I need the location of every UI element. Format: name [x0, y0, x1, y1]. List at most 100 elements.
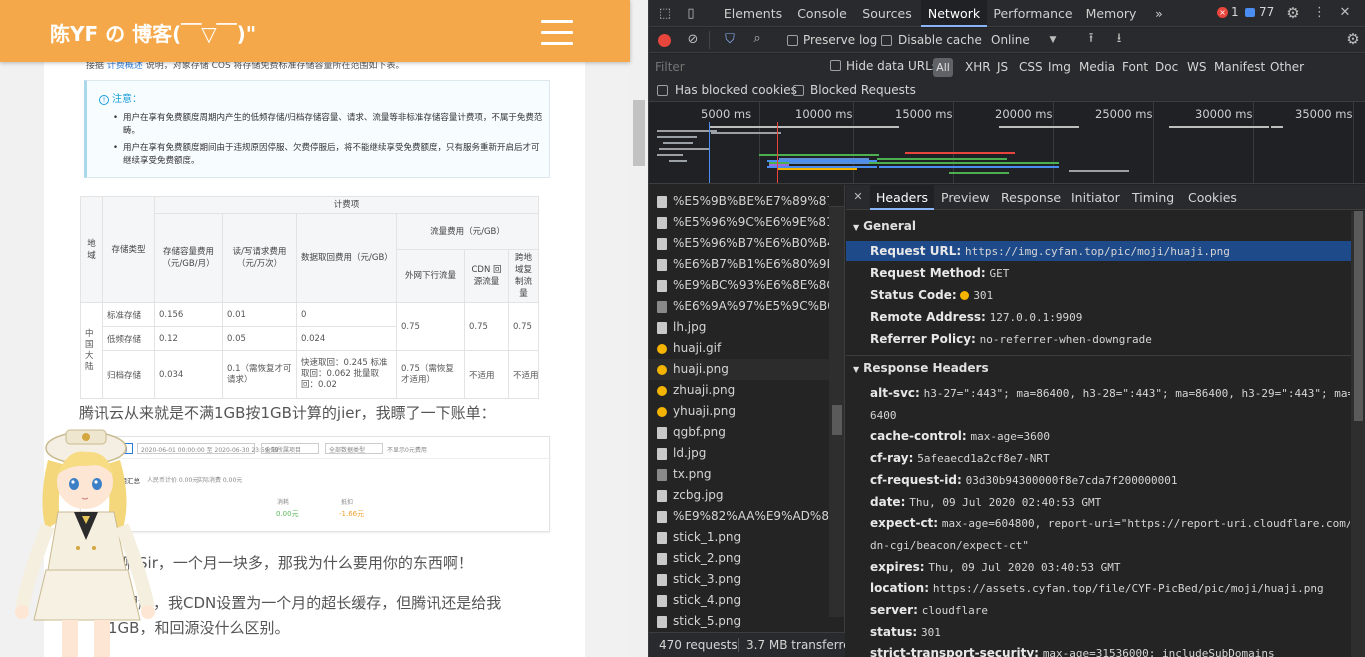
tab-network[interactable]: Network — [921, 0, 987, 27]
request-row[interactable]: ld.jpg — [649, 443, 829, 464]
close-devtools-icon[interactable]: ✕ — [1337, 5, 1353, 21]
clear-icon[interactable]: ⊘ — [685, 32, 701, 48]
response-header-row[interactable]: 6400 — [870, 404, 1350, 427]
record-icon[interactable] — [658, 34, 671, 47]
tab-memory[interactable]: Memory — [1079, 0, 1143, 27]
referrer-policy-row[interactable]: Referrer Policy: no-referrer-when-downgr… — [870, 328, 1350, 351]
filter-type-js[interactable]: JS — [997, 60, 1008, 74]
filter-type-doc[interactable]: Doc — [1155, 60, 1178, 74]
request-row[interactable]: stick_4.png — [649, 590, 829, 611]
request-row[interactable]: yhuaji.png — [649, 401, 829, 422]
request-row[interactable]: %E9%82%AA%E9%AD%85%.png — [649, 506, 829, 527]
request-list-scrollbar-thumb[interactable] — [832, 405, 842, 435]
filter-type-ws[interactable]: WS — [1187, 60, 1206, 74]
search-icon[interactable]: ⌕ — [749, 31, 765, 47]
request-row[interactable]: stick_3.png — [649, 569, 829, 590]
request-row[interactable]: %E5%96%B7%E6%B0%B4.png — [649, 233, 829, 254]
filter-type-other[interactable]: Other — [1270, 60, 1304, 74]
tab-timing[interactable]: Timing — [1132, 185, 1174, 210]
request-row[interactable]: tx.png — [649, 464, 829, 485]
response-header-row[interactable]: status: 301 — [870, 621, 1350, 644]
more-tabs-icon[interactable]: » — [1151, 0, 1167, 27]
request-row[interactable]: lh.jpg — [649, 317, 829, 338]
site-title[interactable]: 陈YF の 博客(￣▽￣)" — [50, 18, 256, 47]
blocked-requests-checkbox[interactable] — [793, 85, 804, 96]
remote-address-row[interactable]: Remote Address: 127.0.0.1:9909 — [870, 306, 1350, 329]
filter-type-font[interactable]: Font — [1122, 60, 1148, 74]
network-overview-timeline[interactable]: 5000 ms 10000 ms 15000 ms 20000 ms 25000 ms 3… — [649, 102, 1365, 184]
hide-data-urls-label[interactable]: Hide data URLs — [846, 59, 938, 73]
chevron-down-icon[interactable]: ▼ — [1047, 32, 1059, 48]
page-scrollbar-thumb[interactable] — [633, 100, 645, 166]
request-row[interactable]: zhuaji.png — [649, 380, 829, 401]
settings-gear-icon[interactable]: ⚙ — [1285, 5, 1301, 21]
disable-cache-checkbox[interactable] — [881, 35, 892, 46]
device-toolbar-icon[interactable]: ▯ — [683, 6, 699, 22]
request-row[interactable]: %E9%BC%93%E6%8E%8C.png — [649, 275, 829, 296]
response-header-row[interactable]: strict-transport-security: max-age=31536… — [870, 642, 1350, 657]
filter-type-xhr[interactable]: XHR — [965, 60, 991, 74]
response-header-row[interactable]: cf-request-id: 03d30b94300000f8e7cda7f20… — [870, 469, 1350, 492]
disable-cache-label[interactable]: Disable cache — [898, 33, 982, 47]
response-header-row[interactable]: date: Thu, 09 Jul 2020 02:40:53 GMT — [870, 491, 1350, 514]
response-header-row[interactable]: server: cloudflare — [870, 599, 1350, 622]
tab-console[interactable]: Console — [791, 0, 853, 27]
response-header-row[interactable]: dn-cgi/beacon/expect-ct" — [870, 534, 1350, 557]
request-row[interactable]: %E6%9A%97%E5%9C%B0%E8.png — [649, 296, 829, 317]
request-row[interactable]: huaji.png — [649, 359, 829, 380]
tab-response[interactable]: Response — [1001, 185, 1061, 210]
response-header-row[interactable]: expect-ct: max-age=604800, report-uri="h… — [870, 512, 1350, 535]
status-code-row[interactable]: Status Code: 301 — [870, 284, 1350, 307]
anime-mascot-image[interactable] — [8, 420, 168, 657]
tab-cookies[interactable]: Cookies — [1188, 185, 1237, 210]
close-detail-icon[interactable]: ✕ — [852, 189, 864, 205]
response-header-row[interactable]: cf-ray: 5afeaecd1a2cf8e7-NRT — [870, 447, 1350, 470]
detail-scrollbar-thumb[interactable] — [1354, 211, 1363, 421]
tab-initiator[interactable]: Initiator — [1071, 185, 1120, 210]
blocked-cookies-label[interactable]: Has blocked cookies — [675, 83, 797, 97]
import-har-icon[interactable]: ⭱ — [1083, 31, 1099, 47]
filter-type-media[interactable]: Media — [1079, 60, 1115, 74]
preserve-log-label[interactable]: Preserve log — [803, 33, 877, 47]
tab-headers[interactable]: Headers — [870, 185, 935, 210]
tab-elements[interactable]: Elements — [719, 0, 787, 27]
filter-input[interactable] — [655, 58, 823, 76]
throttling-select[interactable]: Online — [991, 33, 1030, 47]
error-count[interactable]: 1 — [1231, 5, 1239, 19]
filter-type-css[interactable]: CSS — [1019, 60, 1043, 74]
request-row[interactable]: %E5%9B%BE%E7%89%87.png — [649, 191, 829, 212]
request-row[interactable]: stick_2.png — [649, 548, 829, 569]
request-method-row[interactable]: Request Method: GET — [870, 262, 1350, 285]
warning-count[interactable]: 77 — [1259, 5, 1274, 19]
general-section-toggle[interactable]: ▼ General — [853, 219, 916, 233]
request-row[interactable]: stick_1.png — [649, 527, 829, 548]
blocked-cookies-checkbox[interactable] — [657, 85, 668, 96]
kebab-menu-icon[interactable]: ⋮ — [1313, 5, 1326, 21]
request-row[interactable]: qgbf.png — [649, 422, 829, 443]
response-header-row[interactable]: alt-svc: h3-27=":443"; ma=86400, h3-28="… — [870, 382, 1350, 405]
network-settings-icon[interactable]: ⚙ — [1345, 31, 1361, 47]
request-row[interactable]: stick_5.png — [649, 611, 829, 632]
response-headers-section-toggle[interactable]: ▼ Response Headers — [853, 361, 989, 375]
request-row[interactable]: %E5%96%9C%E6%9E%81%E5.png — [649, 212, 829, 233]
filter-type-manifest[interactable]: Manifest — [1214, 60, 1265, 74]
tab-performance[interactable]: Performance — [991, 0, 1075, 27]
request-url-row[interactable]: Request URL: https://img.cyfan.top/pic/m… — [870, 240, 1350, 263]
request-row[interactable]: zcbg.jpg — [649, 485, 829, 506]
filter-all[interactable]: All — [933, 58, 953, 77]
response-header-row[interactable]: location: https://assets.cyfan.top/file/… — [870, 577, 1350, 600]
request-row[interactable]: %E6%B7%B1%E6%80%9D.png — [649, 254, 829, 275]
response-header-row[interactable]: expires: Thu, 09 Jul 2020 03:40:53 GMT — [870, 556, 1350, 579]
export-har-icon[interactable]: ⭳ — [1111, 31, 1127, 47]
filter-type-img[interactable]: Img — [1048, 60, 1071, 74]
preserve-log-checkbox[interactable] — [787, 35, 798, 46]
request-row[interactable]: huaji.gif — [649, 338, 829, 359]
tab-sources[interactable]: Sources — [857, 0, 917, 27]
inspect-element-icon[interactable]: ⬚ — [657, 6, 673, 22]
hide-data-urls-checkbox[interactable] — [830, 60, 841, 71]
response-header-row[interactable]: cache-control: max-age=3600 — [870, 425, 1350, 448]
page-scrollbar[interactable] — [630, 0, 648, 657]
filter-icon[interactable]: ⛉ — [722, 32, 738, 48]
hamburger-menu-icon[interactable] — [541, 20, 573, 46]
billing-overview-link[interactable]: 计费概述 — [107, 61, 143, 71]
